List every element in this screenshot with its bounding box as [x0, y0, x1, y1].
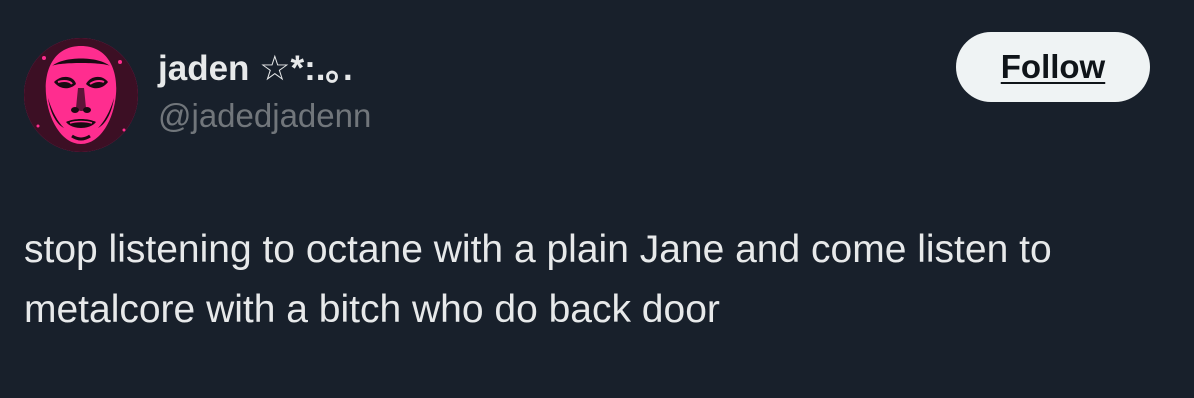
author-handle[interactable]: @jadedjadenn: [158, 96, 371, 136]
pink-face-avatar-icon: [24, 38, 138, 152]
author-display-name[interactable]: jaden ☆*:.｡.: [158, 48, 353, 90]
avatar[interactable]: [24, 38, 138, 152]
tweet-text: stop listening to octane with a plain Ja…: [24, 228, 1052, 331]
follow-button[interactable]: Follow: [956, 32, 1150, 102]
tweet-card: jaden ☆*:.｡. @jadedjadenn Follow stop li…: [0, 0, 1194, 398]
